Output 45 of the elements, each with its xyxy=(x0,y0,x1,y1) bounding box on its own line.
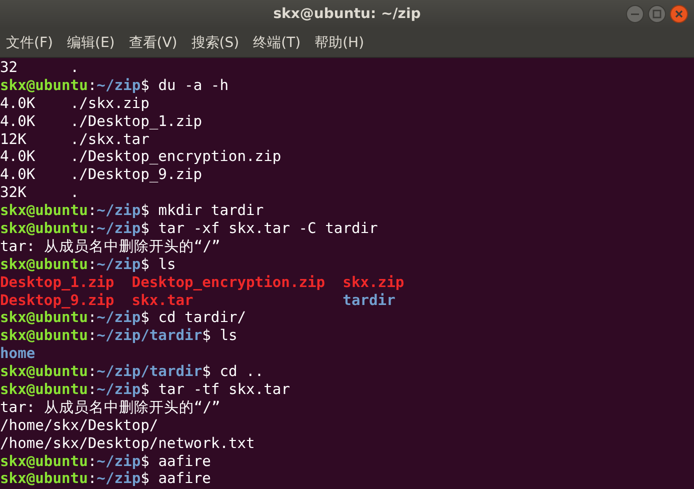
menu-item[interactable]: 搜索(S) xyxy=(191,34,240,52)
menu-item[interactable]: 帮助(H) xyxy=(314,34,364,52)
output-line: tar: 从成员名中删除开头的“/” xyxy=(0,238,222,256)
size-value: 4.0K xyxy=(0,148,36,166)
maximize-icon[interactable] xyxy=(648,5,666,23)
prompt-line: skx@ubuntu:~/zip$ tar -xf skx.tar -C tardir xyxy=(0,220,379,238)
file-path: ./skx.tar xyxy=(70,130,150,148)
prompt-line: skx@ubuntu:~/zip/tardir$ ls xyxy=(0,327,238,346)
menu-item[interactable]: 文件(F) xyxy=(6,34,53,52)
output-line: /home/skx/Desktop/network.txt xyxy=(0,434,256,453)
output-line: /home/skx/Desktop/ xyxy=(0,416,160,435)
file-path: ./Desktop_1.zip xyxy=(70,112,202,131)
file-path: ./Desktop_9.zip xyxy=(70,166,202,184)
prompt-line: skx@ubuntu:~/zip$ du -a -h xyxy=(0,76,230,95)
close-icon[interactable] xyxy=(670,5,688,23)
size-value: 12K xyxy=(0,130,28,148)
menu-item[interactable]: 查看(V) xyxy=(128,34,178,52)
file-name: Desktop_encryption.zip xyxy=(132,274,326,292)
size-value: 32 xyxy=(0,59,19,77)
directory-name: tardir xyxy=(342,292,396,310)
window-title: skx@ubuntu: ~/zip xyxy=(273,6,421,22)
file-name: Desktop_1.zip xyxy=(0,274,114,292)
prompt-line: skx@ubuntu:~/zip$ aafire xyxy=(0,470,212,488)
size-value: 4.0K xyxy=(0,112,36,131)
minimize-icon[interactable] xyxy=(626,5,644,23)
prompt-line: skx@ubuntu:~/zip$ aafire xyxy=(0,452,212,470)
directory-name: home xyxy=(0,345,36,364)
size-value: 4.0K xyxy=(0,166,36,184)
file-path: . xyxy=(70,184,80,202)
file-path: ./skx.zip xyxy=(70,94,150,113)
prompt-line: skx@ubuntu:~/zip$ cd tardir/ xyxy=(0,309,248,328)
file-name: Desktop_9.zip xyxy=(0,292,114,310)
prompt-line: skx@ubuntu:~/zip$ mkdir tardir xyxy=(0,202,265,220)
prompt-line: skx@ubuntu:~/zip$ tar -tf skx.tar xyxy=(0,381,291,399)
size-value: 32K xyxy=(0,184,28,202)
menu-item[interactable]: 编辑(E) xyxy=(66,34,115,52)
file-path: ./Desktop_encryption.zip xyxy=(70,148,282,166)
file-path: . xyxy=(70,59,80,77)
file-name: skx.tar xyxy=(132,292,194,310)
prompt-line: skx@ubuntu:~/zip/tardir$ cd .. xyxy=(0,363,265,382)
size-value: 4.0K xyxy=(0,94,36,113)
file-name: skx.zip xyxy=(342,274,404,292)
prompt-line: skx@ubuntu:~/zip$ ls xyxy=(0,256,177,274)
menu-item[interactable]: 终端(T) xyxy=(253,34,301,52)
output-line: tar: 从成员名中删除开头的“/” xyxy=(0,398,222,417)
